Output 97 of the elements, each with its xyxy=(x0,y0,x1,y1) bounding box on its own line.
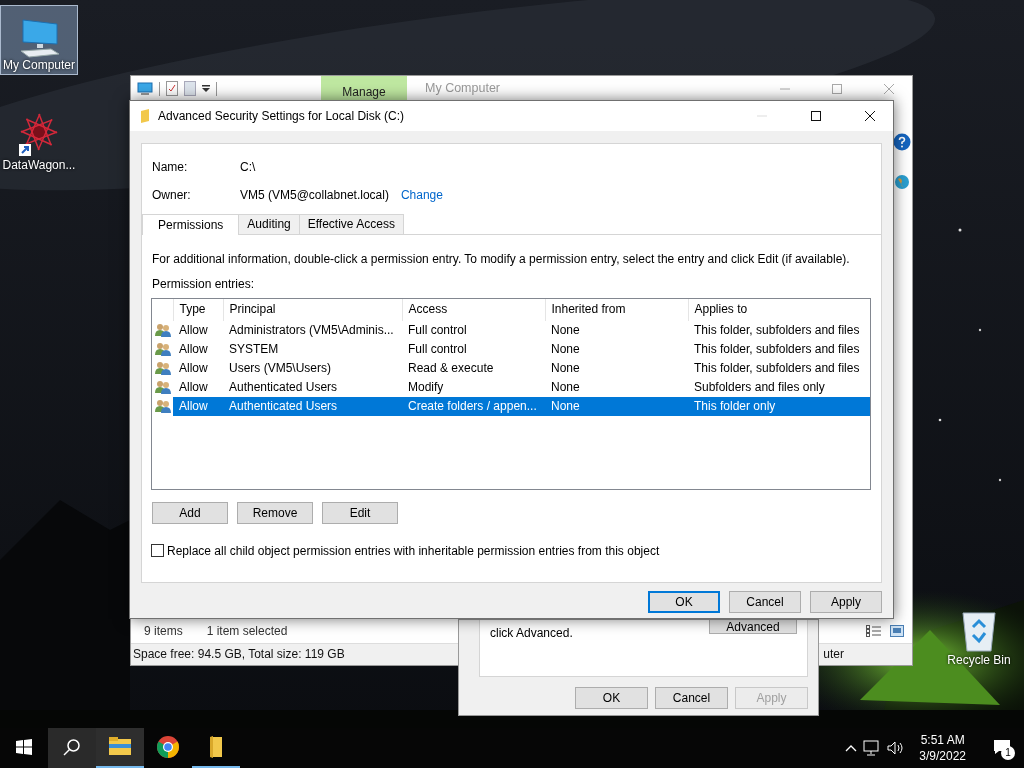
tab[interactable]: Auditing xyxy=(238,213,300,234)
table-cell: Authenticated Users xyxy=(223,377,402,397)
table-cell: This folder only xyxy=(688,396,870,416)
help-icon[interactable] xyxy=(893,133,911,151)
computer-icon xyxy=(137,81,153,96)
table-cell: Modify xyxy=(402,377,545,397)
table-cell-text: This folder, subfolders and files xyxy=(693,340,861,358)
table-cell: Administrators (VM5\Adminis... xyxy=(223,320,402,340)
table-row[interactable]: Allow Users (VM5\Users) Read & execute None This folder, subfolders and files xyxy=(152,358,870,378)
users-icon xyxy=(155,398,171,415)
table-cell-text: Users (VM5\Users) xyxy=(228,359,332,377)
column-header[interactable]: Access xyxy=(402,298,545,321)
table-cell-text: None xyxy=(550,340,581,358)
table-row[interactable]: Allow Administrators (VM5\Adminis... Full control None This folder, subfolders and files xyxy=(152,320,870,340)
notifications-button[interactable]: 1 xyxy=(980,728,1024,768)
column-header[interactable]: Applies to xyxy=(688,298,870,321)
table-cell-text: Full control xyxy=(407,340,468,358)
table-cell-text: SYSTEM xyxy=(228,340,280,358)
users-icon xyxy=(155,341,171,358)
table-cell: Allow xyxy=(173,377,223,397)
maximize-icon xyxy=(811,111,821,121)
table-cell-text: This folder, subfolders and files xyxy=(693,359,861,377)
chevron-up-icon[interactable] xyxy=(845,744,858,752)
entry-button[interactable]: Remove xyxy=(237,501,313,524)
field-label: Name: xyxy=(152,160,189,175)
section-label: Permission entries: xyxy=(152,277,256,292)
table-cell-text: Allow xyxy=(178,340,209,358)
volume-icon[interactable] xyxy=(887,740,906,756)
close-icon xyxy=(884,83,894,94)
checkbox-label[interactable]: Replace all child object permission entries with inheritable permission entries from this object xyxy=(167,543,660,558)
dialog-button[interactable]: Cancel xyxy=(655,687,728,709)
users-icon xyxy=(155,322,171,339)
dialog-button[interactable]: Cancel xyxy=(729,591,801,613)
folder-icon xyxy=(140,109,150,123)
users-icon xyxy=(155,379,171,396)
status-text: 9 items xyxy=(144,623,183,639)
status-text: 1 item selected xyxy=(206,623,288,639)
tab[interactable]: Effective Access xyxy=(298,213,404,234)
entry-button[interactable]: Add xyxy=(152,501,228,524)
network-icon[interactable] xyxy=(863,740,882,756)
advanced-button[interactable]: Advanced xyxy=(709,620,797,634)
desktop-icon[interactable]: Recycle Bin xyxy=(940,600,1018,670)
column-header[interactable]: Type xyxy=(173,298,223,321)
field-label: Owner: xyxy=(152,188,192,203)
column-header[interactable]: Inherited from xyxy=(545,298,688,321)
close-icon xyxy=(865,111,875,121)
change-link[interactable]: Change xyxy=(400,188,443,203)
chrome-icon xyxy=(156,735,180,759)
windows-logo-icon xyxy=(16,739,32,755)
tiles-view-icon[interactable] xyxy=(890,625,904,637)
table-cell: Allow xyxy=(173,320,223,340)
ribbon-tab[interactable]: Manage xyxy=(321,76,407,101)
dialog-button[interactable]: OK xyxy=(575,687,648,709)
table-cell: None xyxy=(545,377,688,397)
table-cell: Allow xyxy=(173,396,223,416)
desktop-icon[interactable]: My Computer xyxy=(0,5,78,75)
dialog-button[interactable]: OK xyxy=(648,591,720,613)
table-cell: Full control xyxy=(402,320,545,340)
table-row[interactable]: Allow Authenticated Users Create folders / appen... None This folder only xyxy=(152,396,870,416)
checklist-icon[interactable] xyxy=(166,81,178,96)
table-cell-text: Read & execute xyxy=(407,359,495,377)
search-button[interactable] xyxy=(48,728,96,768)
info-text: click Advanced. xyxy=(490,626,574,640)
users-icon xyxy=(155,360,171,377)
window-title: My Computer xyxy=(425,81,501,96)
dropdown-icon[interactable] xyxy=(202,84,210,93)
field-value: C:\ xyxy=(240,160,256,175)
taskbar-app[interactable] xyxy=(96,728,144,768)
table-cell: Authenticated Users xyxy=(223,396,402,416)
maximize-icon xyxy=(832,83,842,94)
table-cell: Create folders / appen... xyxy=(402,396,545,416)
clock-date[interactable]: 3/9/2022 xyxy=(919,748,966,764)
status-text: Space free: 94.5 GB, Total size: 119 GB xyxy=(133,647,345,662)
status-text: uter xyxy=(823,647,844,662)
table-cell-text: Allow xyxy=(178,359,209,377)
table-cell: Subfolders and files only xyxy=(688,377,870,397)
table-row[interactable]: Allow Authenticated Users Modify None Subfolders and files only xyxy=(152,377,870,397)
table-cell: None xyxy=(545,396,688,416)
notification-badge: 1 xyxy=(1001,746,1015,760)
table-cell-text: None xyxy=(550,359,581,377)
checkbox[interactable] xyxy=(151,544,164,558)
tab[interactable]: Permissions xyxy=(142,213,240,235)
window-title: Advanced Security Settings for Local Disk (C:) xyxy=(158,108,405,124)
table-cell: This folder, subfolders and files xyxy=(688,320,870,340)
table-row[interactable]: Allow SYSTEM Full control None This folder, subfolders and files xyxy=(152,339,870,359)
info-text: For additional information, double-click a permission entry. To modify a permission entry, select the entry and click Edit (if available). xyxy=(152,251,851,267)
details-view-icon[interactable] xyxy=(866,625,882,637)
dialog-button[interactable]: Apply xyxy=(810,591,882,613)
desktop-icon[interactable]: DataWagon... xyxy=(0,105,78,175)
clock-time[interactable]: 5:51 AM xyxy=(920,732,965,748)
column-header[interactable]: Principal xyxy=(223,298,402,321)
table-cell: None xyxy=(545,320,688,340)
field-value: VM5 (VM5@collabnet.local) xyxy=(240,188,389,203)
permission-list[interactable] xyxy=(151,297,871,490)
entry-button[interactable]: Edit xyxy=(322,501,398,524)
globe-icon xyxy=(894,173,910,191)
search-icon xyxy=(63,738,81,756)
